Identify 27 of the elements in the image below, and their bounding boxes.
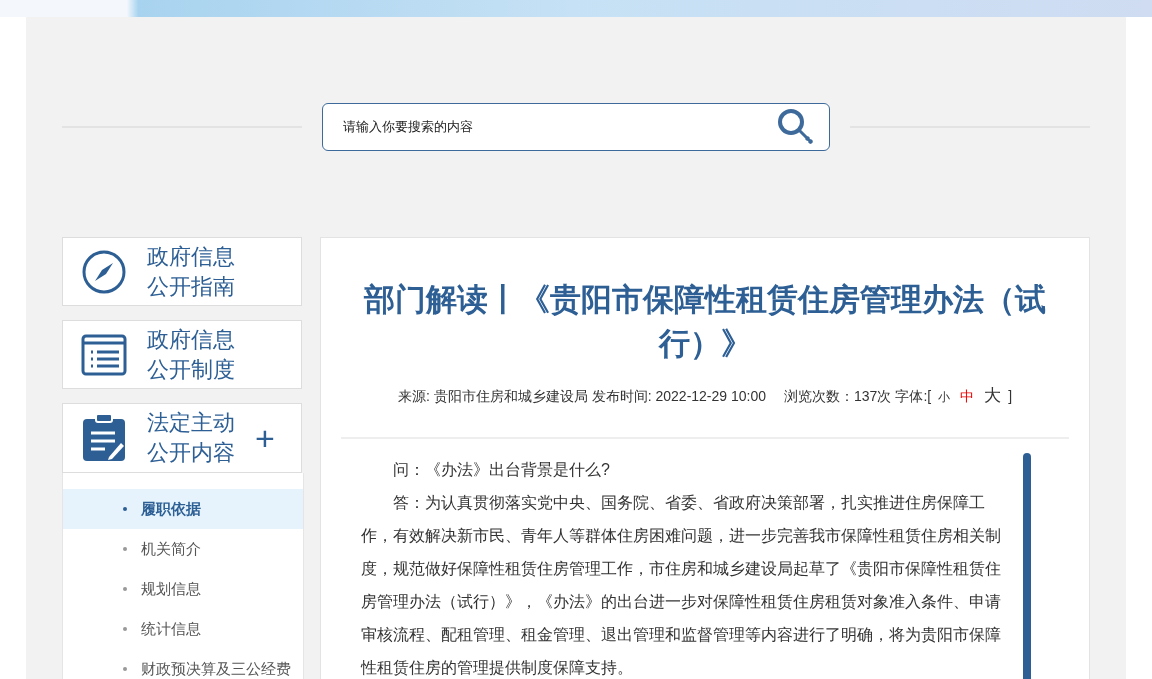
expand-toggle[interactable]: + bbox=[255, 418, 275, 458]
font-size-link[interactable]: 中 bbox=[957, 388, 978, 406]
font-size-link[interactable]: 小 bbox=[935, 389, 954, 406]
sidebar-card[interactable]: 政府信息 公开指南 bbox=[62, 237, 302, 306]
publish-time: 发布时间: 2022-12-29 10:00 bbox=[591, 388, 767, 406]
scrollbar-thumb[interactable] bbox=[1023, 453, 1031, 679]
font-size-link[interactable]: 大 bbox=[981, 384, 1005, 407]
sidebar-card[interactable]: 政府信息 公开制度 bbox=[62, 320, 302, 389]
submenu-item[interactable]: 机关简介 bbox=[63, 529, 303, 569]
card-title: 政府信息 公开指南 bbox=[147, 242, 235, 301]
search-icon[interactable] bbox=[776, 106, 816, 147]
font-size-label: 字体:[ bbox=[895, 388, 932, 406]
compass-icon bbox=[81, 248, 127, 295]
source-text: 来源: 贵阳市住房和城乡建设局 bbox=[397, 388, 588, 406]
search-field[interactable]: 请输入你要搜索的内容 bbox=[322, 102, 830, 151]
card-title: 法定主动 公开内容 bbox=[147, 409, 235, 467]
font-size-bracket: ] bbox=[1008, 388, 1013, 404]
article-title: 部门解读丨《贵阳市保障性租赁住房管理办法（试行）》 bbox=[362, 281, 1047, 363]
card-title: 政府信息 公开制度 bbox=[147, 325, 235, 384]
article-paragraph: 问：《办法》出台背景是什么? bbox=[392, 460, 611, 480]
submenu-item[interactable]: 财政预决算及三公经费 bbox=[63, 649, 303, 679]
submenu-item[interactable]: 规划信息 bbox=[63, 569, 303, 609]
article-paragraph: 答：为认真贯彻落实党中央、国务院、省委、省政府决策部署，扎实推进住房保障工作，有效解决新市民、青年人等群体住房困难问题，进一步完善我市保障性租赁住房相关制度，规范做好保障性租赁住房管理工作，市住房和城乡建设局起草了《贵阳市保障性租赁住房管理办法（试行）》，《办法》的出台进一步对保障性租赁住房租赁对象准入条件、申请审核流程、配租管理、租金管理、退出管理和监督管理等内容进行了明确，将为贵阳市保障性租赁住房的管理提供制度保障支持。 bbox=[361, 493, 1002, 678]
submenu-item[interactable]: 履职依据 bbox=[63, 489, 303, 529]
view-count: 浏览次数：137次 bbox=[784, 388, 892, 406]
clipboard-icon bbox=[81, 413, 127, 463]
submenu-item[interactable]: 统计信息 bbox=[63, 609, 303, 649]
